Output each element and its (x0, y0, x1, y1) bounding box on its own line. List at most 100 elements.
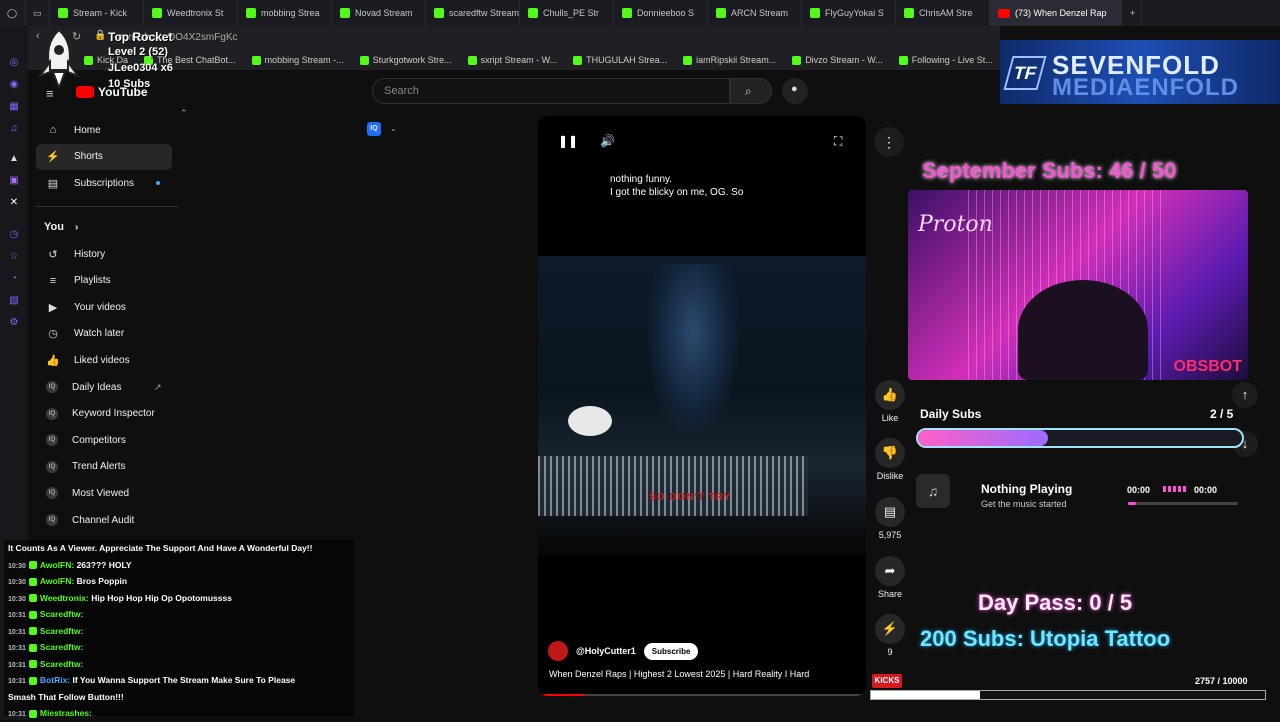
chat-username[interactable]: Scaredftw: (40, 642, 83, 652)
sidebar-item-watch-later[interactable]: ◷ Watch later (36, 321, 172, 347)
collapse-icon[interactable]: ⌃ (180, 108, 188, 119)
x-icon[interactable]: ✕ (7, 196, 21, 210)
sidebar-you-heading[interactable]: You › (44, 221, 78, 233)
sidebar-item-label: Liked videos (74, 354, 130, 366)
chat-username[interactable]: Miestrashes: (40, 708, 92, 718)
arc-icon[interactable]: ▲ (7, 152, 21, 166)
browser-tab[interactable]: mobbing Strea (238, 0, 332, 26)
subtitle-line-2: I got the blicky on me, OG. So (610, 187, 744, 198)
browser-tab[interactable]: Novad Stream (332, 0, 426, 26)
chat-timestamp: 10:31 (8, 661, 26, 669)
fullscreen-icon[interactable]: ⛶ (834, 134, 842, 149)
bookmark-item[interactable]: mobbing Stream -... (244, 55, 352, 65)
browser-tab-label: Stream - Kick (73, 8, 128, 18)
history-rail-icon[interactable]: ◷ (7, 228, 21, 242)
browser-tab-label: Chulls_PE Str (543, 8, 600, 18)
liked-videos-icon: 👍 (46, 354, 60, 367)
messenger-icon[interactable]: ◉ (7, 78, 21, 92)
channel-name[interactable]: @HolyCutter1 (576, 646, 636, 656)
remix-action[interactable]: ⚡ 9 (872, 614, 908, 657)
music-rail-icon[interactable]: ♫ (7, 122, 21, 136)
apps-icon[interactable]: ◎ (7, 56, 21, 70)
chat-username[interactable]: Weedtronix: (40, 593, 89, 603)
chat-username[interactable]: AwolFN: (40, 560, 74, 570)
dislike-action[interactable]: 👎 Dislike (872, 438, 908, 481)
scroll-up-icon[interactable]: ↑ (1232, 382, 1258, 408)
search-button[interactable]: ⌕ (730, 78, 772, 104)
browser-tab-label: scaredftw Stream (449, 8, 520, 18)
vidiq-chevron-icon[interactable]: ⌄ (390, 124, 397, 133)
browser-tab[interactable]: ChrisAM Stre (896, 0, 990, 26)
sidebar-item-vidiq-tool-4[interactable]: IQ Most Viewed (36, 480, 172, 506)
vidiq-tool-4-icon: IQ (46, 487, 58, 500)
wallet-icon[interactable]: ▦ (7, 100, 21, 114)
browser-tab[interactable]: Donnieeboo S (614, 0, 708, 26)
bookmark-item[interactable]: sxript Stream - W... (460, 55, 566, 65)
chat-username[interactable]: Scaredftw: (40, 626, 83, 636)
search-input[interactable]: Search (372, 78, 730, 104)
bookmark-favicon-icon (84, 55, 93, 65)
rocket-icon (37, 28, 81, 90)
clock-rail-icon[interactable]: ◔ (7, 272, 21, 286)
sidebar-item-home[interactable]: ⌂ Home (36, 117, 172, 143)
chat-timestamp: 10:31 (8, 628, 26, 636)
more-options-icon[interactable]: ⋮ (874, 127, 904, 157)
sidebar-item-history[interactable]: ↺ History (36, 241, 172, 267)
like-action[interactable]: 👍 Like (872, 380, 908, 423)
channel-avatar[interactable] (548, 641, 568, 661)
browser-tab[interactable]: FlyGuyYokai S (802, 0, 896, 26)
sidebar-item-shorts[interactable]: ⚡ Shorts (36, 143, 172, 170)
settings-rail-icon[interactable]: ⚙ (7, 316, 21, 330)
bookmark-rail-icon[interactable]: ☆ (7, 250, 21, 264)
remix-icon: ⚡ (875, 614, 905, 644)
voice-search-button[interactable]: ● (782, 78, 808, 104)
sidebar-item-vidiq-tool-0[interactable]: IQ Daily Ideas (36, 374, 172, 400)
video-title[interactable]: When Denzel Raps | Highest 2 Lowest 2025… (549, 669, 809, 679)
url-field[interactable]: com/shorts/9O4X2smFgKc (118, 30, 718, 46)
subscribe-button[interactable]: Subscribe (643, 642, 699, 660)
vidiq-button[interactable]: IQ (367, 122, 381, 136)
sidebar-item-playlists[interactable]: ≡ Playlists (36, 268, 172, 294)
share-label: Share (877, 589, 903, 599)
tab-actions-icon[interactable]: ▭ (26, 0, 50, 26)
bookmark-item[interactable]: THUGULAH Strea... (565, 55, 675, 65)
bookmark-item[interactable]: Following - Live St... (891, 55, 1001, 65)
sidebar-item-your-videos[interactable]: ▶ Your videos (36, 294, 172, 320)
chat-username[interactable]: BotRix: (40, 675, 70, 685)
bookmark-item[interactable]: iamRipskii Stream... (675, 55, 784, 65)
address-bar: ‹ ↻ 🔒 com/shorts/9O4X2smFgKc (28, 26, 1000, 50)
chat-username[interactable]: Scaredftw: (40, 659, 83, 669)
chat-username[interactable]: AwolFN: (40, 576, 74, 586)
chat-username[interactable]: Scaredftw: (40, 609, 83, 619)
sidebar-item-vidiq-tool-2[interactable]: IQ Competitors (36, 427, 172, 453)
browser-tab[interactable]: ARCN Stream (708, 0, 802, 26)
pause-icon[interactable]: ❚❚ (558, 134, 578, 148)
sidebar-item-vidiq-tool-1[interactable]: IQ Keyword Inspector (36, 401, 172, 427)
browser-tab[interactable]: scaredftw Stream (426, 0, 520, 26)
browser-tab[interactable]: Weedtronix St (144, 0, 238, 26)
video-progress-bar[interactable] (538, 694, 866, 696)
bookmark-item[interactable]: Divzo Stream - W... (784, 55, 891, 65)
browser-tab-label: FlyGuyYokai S (825, 8, 884, 18)
bookmark-label: sxript Stream - W... (480, 55, 558, 65)
chat-message: 10:31 Scaredftw: (4, 656, 354, 673)
browser-menu-icon[interactable]: ◯ (0, 0, 26, 26)
sidebar-item-vidiq-tool-3[interactable]: IQ Trend Alerts (36, 454, 172, 480)
browser-tab[interactable]: Stream - Kick (50, 0, 144, 26)
sidebar-item-subscriptions[interactable]: ▤ Subscriptions (36, 170, 172, 196)
vidiq-tool-1-icon: IQ (46, 407, 58, 420)
new-tab-button[interactable]: + (1122, 0, 1142, 26)
share-action[interactable]: ➦ Share (872, 556, 908, 599)
sidebar-item-liked-videos[interactable]: 👍 Liked videos (36, 347, 172, 373)
shorts-player[interactable]: nothing funny. I got the blicky on me, O… (538, 116, 866, 696)
volume-icon[interactable]: 🔊 (600, 134, 615, 148)
twitch-icon[interactable]: ▣ (7, 174, 21, 188)
browser-tab[interactable]: Chulls_PE Str (520, 0, 614, 26)
browser-tab[interactable]: (73) When Denzel Rap (990, 0, 1122, 26)
bookmark-item[interactable]: Sturkgotwork Stre... (352, 55, 460, 65)
bookmark-label: mobbing Stream -... (264, 55, 344, 65)
sidebar-item-vidiq-tool-5[interactable]: IQ Channel Audit (36, 507, 172, 533)
site-info-icon[interactable]: 🔒 (94, 30, 106, 41)
comments-action[interactable]: ▤ 5,975 (872, 497, 908, 540)
extensions-rail-icon[interactable]: ▧ (7, 294, 21, 308)
